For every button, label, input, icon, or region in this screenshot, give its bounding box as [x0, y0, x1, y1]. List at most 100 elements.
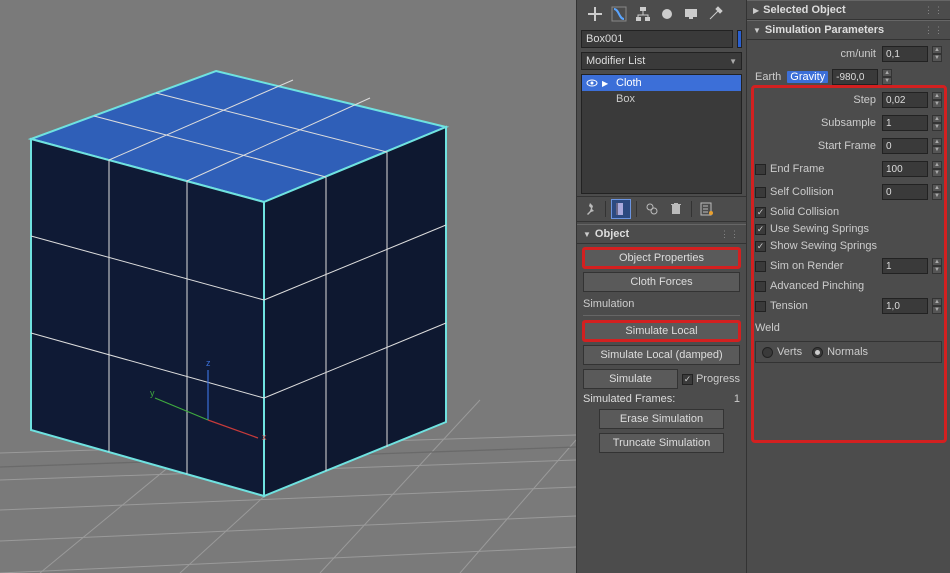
spinner-arrows[interactable]: ▲▼ [932, 138, 942, 154]
modifier-list-dropdown[interactable]: Modifier List ▼ [581, 52, 742, 70]
end-frame-spinner[interactable] [882, 161, 928, 177]
rollup-object-title: Object [595, 228, 629, 240]
solid-collision-checkbox[interactable]: ✓Solid Collision [755, 206, 942, 218]
spinner-arrows[interactable]: ▲▼ [932, 92, 942, 108]
right-sidebar: ▶ Selected Object ⋮⋮ ▼ Simulation Parame… [746, 0, 950, 573]
rollup-sim-params-header[interactable]: ▼ Simulation Parameters ⋮⋮ [747, 20, 950, 40]
pin-stack-icon[interactable] [581, 200, 599, 218]
rollup-drag-icon: ⋮⋮ [720, 229, 740, 240]
tension-spinner[interactable] [882, 298, 928, 314]
simulated-frames-label: Simulated Frames: [583, 393, 730, 405]
svg-text:z: z [206, 358, 211, 368]
show-sewing-label: Show Sewing Springs [770, 240, 877, 252]
rollup-object-header[interactable]: ▼ Object ⋮⋮ [577, 224, 746, 244]
simulated-frames-value: 1 [734, 393, 740, 405]
delete-modifier-icon[interactable] [667, 200, 685, 218]
weld-normals-label: Normals [827, 346, 868, 358]
progress-checkbox[interactable]: ✓ Progress [682, 373, 740, 385]
spinner-arrows[interactable]: ▲▼ [882, 69, 892, 85]
spinner-arrows[interactable]: ▲▼ [932, 46, 942, 62]
object-name-input[interactable] [581, 30, 733, 48]
object-properties-button[interactable]: Object Properties [583, 248, 740, 268]
spinner-arrows[interactable]: ▲▼ [932, 258, 942, 274]
adv-pinching-label: Advanced Pinching [770, 280, 864, 292]
visibility-toggle-icon[interactable] [586, 78, 598, 88]
sim-params-body: cm/unit ▲▼ Earth Gravity ▲▼ Step ▲▼ Subs… [747, 40, 950, 368]
weld-normals-radio[interactable]: Normals [812, 346, 868, 358]
expand-icon[interactable]: ▶ [602, 79, 612, 88]
spinner-arrows[interactable]: ▲▼ [932, 298, 942, 314]
rollup-drag-icon: ⋮⋮ [924, 5, 944, 16]
tension-checkbox[interactable] [755, 301, 766, 312]
subsample-label: Subsample [755, 117, 878, 129]
use-sewing-label: Use Sewing Springs [770, 223, 869, 235]
adv-pinching-checkbox[interactable]: Advanced Pinching [755, 280, 942, 292]
sim-on-render-checkbox[interactable] [755, 261, 766, 272]
self-collision-label: Self Collision [770, 186, 878, 198]
simulate-button[interactable]: Simulate [583, 369, 678, 389]
subsample-spinner[interactable] [882, 115, 928, 131]
command-panel: Modifier List ▼ ▶ Cloth Box ▼ Object ⋮⋮ … [576, 0, 746, 573]
start-frame-spinner[interactable] [882, 138, 928, 154]
gravity-tag[interactable]: Gravity [787, 71, 828, 83]
motion-tab-icon[interactable] [655, 4, 679, 24]
modifier-list-label: Modifier List [586, 55, 645, 67]
caret-down-icon: ▼ [753, 26, 761, 35]
caret-down-icon: ▼ [583, 230, 591, 239]
step-spinner[interactable] [882, 92, 928, 108]
start-frame-label: Start Frame [755, 140, 878, 152]
simulate-local-damped-button[interactable]: Simulate Local (damped) [583, 345, 740, 365]
cloth-forces-button[interactable]: Cloth Forces [583, 272, 740, 292]
display-tab-icon[interactable] [679, 4, 703, 24]
weld-verts-radio[interactable]: Verts [762, 346, 802, 358]
show-end-result-icon[interactable] [612, 200, 630, 218]
use-sewing-checkbox[interactable]: ✓Use Sewing Springs [755, 223, 942, 235]
hierarchy-tab-icon[interactable] [631, 4, 655, 24]
weld-verts-label: Verts [777, 346, 802, 358]
tension-label: Tension [770, 300, 878, 312]
create-tab-icon[interactable] [583, 4, 607, 24]
modify-tab-icon[interactable] [607, 4, 631, 24]
truncate-simulation-button[interactable]: Truncate Simulation [599, 433, 725, 453]
svg-text:x: x [262, 432, 267, 442]
cm-unit-label: cm/unit [755, 48, 878, 60]
caret-right-icon: ▶ [753, 6, 759, 15]
rollup-selected-object-title: Selected Object [763, 4, 846, 16]
utilities-tab-icon[interactable] [703, 4, 727, 24]
erase-simulation-button[interactable]: Erase Simulation [599, 409, 725, 429]
gravity-spinner[interactable] [832, 69, 878, 85]
configure-sets-icon[interactable] [698, 200, 716, 218]
end-frame-checkbox[interactable] [755, 164, 766, 175]
spinner-arrows[interactable]: ▲▼ [932, 184, 942, 200]
svg-text:y: y [150, 388, 155, 398]
modifier-stack[interactable]: ▶ Cloth Box [581, 74, 742, 194]
stack-item-cloth[interactable]: ▶ Cloth [582, 75, 741, 91]
viewport-canvas: z x y [0, 0, 576, 573]
self-collision-spinner[interactable] [882, 184, 928, 200]
self-collision-checkbox[interactable] [755, 187, 766, 198]
viewport-3d[interactable]: z x y [0, 0, 576, 573]
solid-collision-label: Solid Collision [770, 206, 839, 218]
spinner-arrows[interactable]: ▲▼ [932, 115, 942, 131]
stack-item-label: Cloth [616, 77, 642, 89]
step-label: Step [755, 94, 878, 106]
rollup-drag-icon: ⋮⋮ [924, 25, 944, 36]
rollup-sim-params-title: Simulation Parameters [765, 24, 884, 36]
stack-item-box[interactable]: Box [582, 91, 741, 107]
progress-label: Progress [696, 373, 740, 385]
weld-group: Verts Normals [755, 341, 942, 363]
object-color-swatch[interactable] [737, 30, 742, 48]
simulation-group-label: Simulation [583, 298, 740, 310]
stack-item-label: Box [616, 93, 635, 105]
sim-on-render-label: Sim on Render [770, 260, 878, 272]
simulate-local-button[interactable]: Simulate Local [583, 321, 740, 341]
cm-unit-spinner[interactable] [882, 46, 928, 62]
earth-label: Earth [755, 71, 783, 83]
end-frame-label: End Frame [770, 163, 878, 175]
spinner-arrows[interactable]: ▲▼ [932, 161, 942, 177]
show-sewing-checkbox[interactable]: ✓Show Sewing Springs [755, 240, 942, 252]
make-unique-icon[interactable] [643, 200, 661, 218]
dropdown-caret-icon: ▼ [729, 57, 737, 66]
sim-on-render-spinner[interactable] [882, 258, 928, 274]
rollup-selected-object-header[interactable]: ▶ Selected Object ⋮⋮ [747, 0, 950, 20]
